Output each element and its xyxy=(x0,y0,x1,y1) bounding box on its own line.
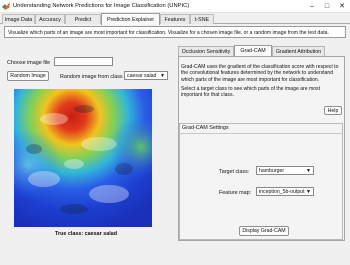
tab-prediction-explainer[interactable]: Prediction Explainer xyxy=(101,13,160,25)
grad-cam-settings-panel xyxy=(179,123,343,240)
grad-cam-description: Grad-CAM uses the gradient of the classi… xyxy=(181,64,339,98)
tab-predict[interactable]: Predict xyxy=(65,14,101,24)
tab-grad-cam[interactable]: Grad-CAM xyxy=(234,45,272,56)
tab-occlusion-sensitivity[interactable]: Occlusion Sensitivity xyxy=(178,46,234,56)
tab-gradient-attribution[interactable]: Gradient Attribution xyxy=(272,46,325,56)
feature-map-label: Feature map: xyxy=(219,190,252,196)
divider xyxy=(179,133,343,134)
random-class-value: caesar salad xyxy=(127,72,157,79)
choose-image-label: Choose image file xyxy=(7,60,51,66)
chevron-down-icon: ▼ xyxy=(306,189,311,195)
help-button[interactable]: Help xyxy=(324,106,342,115)
chevron-down-icon: ▼ xyxy=(160,73,165,79)
tab-features[interactable]: Features xyxy=(160,14,190,24)
feature-map-value: inception_5b-output xyxy=(259,188,305,195)
tab-accuracy[interactable]: Accuracy xyxy=(35,14,65,24)
random-class-label: Random image from class xyxy=(60,74,123,80)
title-bar: Understanding Network Predictions for Im… xyxy=(0,0,350,13)
display-grad-cam-button[interactable]: Display Grad-CAM xyxy=(239,226,289,236)
tab-tsne[interactable]: t-SNE xyxy=(190,14,214,24)
maximize-icon[interactable]: □ xyxy=(320,0,334,12)
true-class-label: True class: caesar salad xyxy=(55,231,118,237)
matlab-icon xyxy=(2,2,10,10)
random-image-button[interactable]: Random Image xyxy=(7,71,49,81)
window-title: Understanding Network Predictions for Im… xyxy=(13,3,190,9)
feature-map-select[interactable]: inception_5b-output ▼ xyxy=(256,187,314,196)
gradcam-image xyxy=(14,89,152,227)
tab-image-data[interactable]: Image Data xyxy=(2,14,35,24)
main-tab-bar: Image Data Accuracy Predict Prediction E… xyxy=(0,13,350,25)
target-class-label: Target class: xyxy=(219,169,250,175)
grad-cam-instruction: Select a target class to see which parts… xyxy=(181,85,321,99)
target-class-value: hamburger xyxy=(259,167,285,174)
close-icon[interactable]: ✕ xyxy=(335,0,349,12)
random-class-select[interactable]: caesar salad ▼ xyxy=(124,71,168,80)
image-file-input[interactable] xyxy=(54,57,113,66)
grad-cam-explanation: Grad-CAM uses the gradient of the classi… xyxy=(181,64,339,83)
description-text: Visualize which parts of an image are mo… xyxy=(4,26,346,38)
target-class-select[interactable]: hamburger ▼ xyxy=(256,166,314,175)
settings-title: Grad-CAM Settings xyxy=(182,125,229,131)
minimize-icon[interactable]: – xyxy=(305,0,319,12)
chevron-down-icon: ▼ xyxy=(306,168,311,174)
